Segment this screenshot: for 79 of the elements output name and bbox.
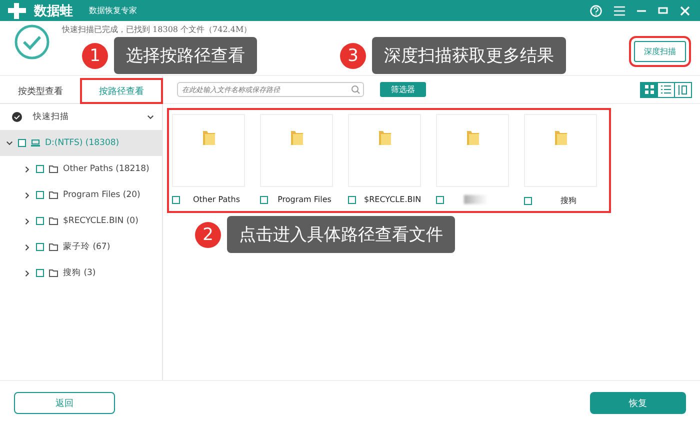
view-toggle[interactable]: [640, 82, 658, 98]
folder-name: $RECYCLE.BIN: [364, 195, 422, 204]
chevron-down-icon: [147, 114, 154, 120]
folder-name: Program Files: [278, 195, 332, 204]
step-number: 1: [82, 42, 108, 68]
checkbox[interactable]: [36, 217, 44, 225]
menu-icon[interactable]: [614, 6, 625, 16]
folder-icon: [466, 129, 478, 145]
chevron-right-icon: [24, 244, 31, 250]
help-icon[interactable]: [590, 4, 602, 16]
tree-label: Other Paths (18218): [63, 164, 150, 174]
grid-icon: [644, 85, 654, 94]
filter-button[interactable]: 筛选器: [380, 82, 426, 97]
back-button[interactable]: 返回: [14, 392, 115, 414]
tree-item[interactable]: Other Paths (18218): [0, 156, 162, 182]
folder-thumbnail[interactable]: [172, 114, 245, 187]
folder-icon: [554, 129, 566, 145]
chevron-right-icon: [24, 166, 31, 172]
checkbox[interactable]: [18, 139, 26, 147]
folder-icon: [49, 269, 58, 277]
folder-icon: [290, 129, 302, 145]
checkbox[interactable]: [36, 243, 44, 251]
check-circle-icon: [14, 24, 50, 60]
folder-name: 搜狗: [560, 195, 576, 206]
checkbox[interactable]: [524, 196, 532, 204]
tree-label: 搜狗 (3): [63, 267, 96, 279]
minimize-icon[interactable]: [637, 8, 646, 12]
view-toggle[interactable]: [674, 82, 692, 98]
maximize-icon[interactable]: [658, 7, 668, 14]
tree-item[interactable]: $RECYCLE.BIN (0): [0, 208, 162, 234]
tree-label: $RECYCLE.BIN (0): [63, 216, 138, 226]
folder-icon: [378, 129, 390, 145]
app-subtitle: 数据恢复专家: [89, 5, 137, 16]
drive-icon: [31, 139, 40, 147]
folder-name: Other Paths: [193, 195, 240, 204]
folder-icon: [49, 191, 58, 199]
tree-item[interactable]: 蒙子玲 (67): [0, 234, 162, 260]
chevron-down-icon: [6, 140, 13, 146]
checkbox[interactable]: [260, 196, 268, 204]
callout-tooltip: 选择按路径查看: [114, 37, 257, 74]
callout-tooltip: 点击进入具体路径查看文件: [227, 216, 455, 253]
search-icon: [351, 85, 360, 94]
tree-item[interactable]: Program Files (20): [0, 182, 162, 208]
chevron-right-icon: [24, 270, 31, 276]
scan-status-text: 快速扫描已完成，已找到 18308 个文件（742.4M）: [62, 24, 252, 35]
tree-label: D:(NTFS) (18308): [45, 138, 120, 148]
folder-thumbnail[interactable]: [348, 114, 421, 187]
checkbox[interactable]: [348, 196, 356, 204]
check-circle-icon: [12, 112, 22, 122]
view-toggle[interactable]: [657, 82, 675, 98]
checkbox[interactable]: [36, 165, 44, 173]
checkbox[interactable]: [36, 269, 44, 277]
scan-group-label: 快速扫描: [33, 111, 69, 123]
folder-icon: [202, 129, 214, 145]
chevron-right-icon: [24, 192, 31, 198]
recover-button[interactable]: 恢复: [590, 392, 686, 414]
folder-thumbnail[interactable]: [436, 114, 509, 187]
checkbox[interactable]: [172, 196, 180, 204]
scan-group-header[interactable]: 快速扫描: [0, 104, 162, 130]
step-number: 3: [340, 42, 366, 68]
checkbox[interactable]: [36, 191, 44, 199]
callout-tooltip: 深度扫描获取更多结果: [372, 37, 566, 74]
app-name: 数据蛙: [34, 2, 73, 20]
chevron-right-icon: [24, 218, 31, 224]
logo-icon: [8, 2, 26, 18]
columns-icon: [678, 84, 688, 94]
folder-thumbnail[interactable]: [524, 114, 597, 187]
folder-thumbnail[interactable]: [260, 114, 333, 187]
close-icon[interactable]: [680, 6, 690, 16]
checkbox[interactable]: [436, 196, 444, 204]
tab[interactable]: 按路径查看: [81, 79, 162, 103]
folder-icon: [49, 217, 58, 225]
folder-icon: [49, 165, 58, 173]
folder-icon: [49, 243, 58, 251]
list-icon: [661, 85, 671, 94]
tree-item[interactable]: 搜狗 (3): [0, 260, 162, 286]
tree-label: Program Files (20): [63, 190, 140, 200]
tree-label: 蒙子玲 (67): [63, 241, 110, 253]
step-number: 2: [195, 222, 221, 248]
